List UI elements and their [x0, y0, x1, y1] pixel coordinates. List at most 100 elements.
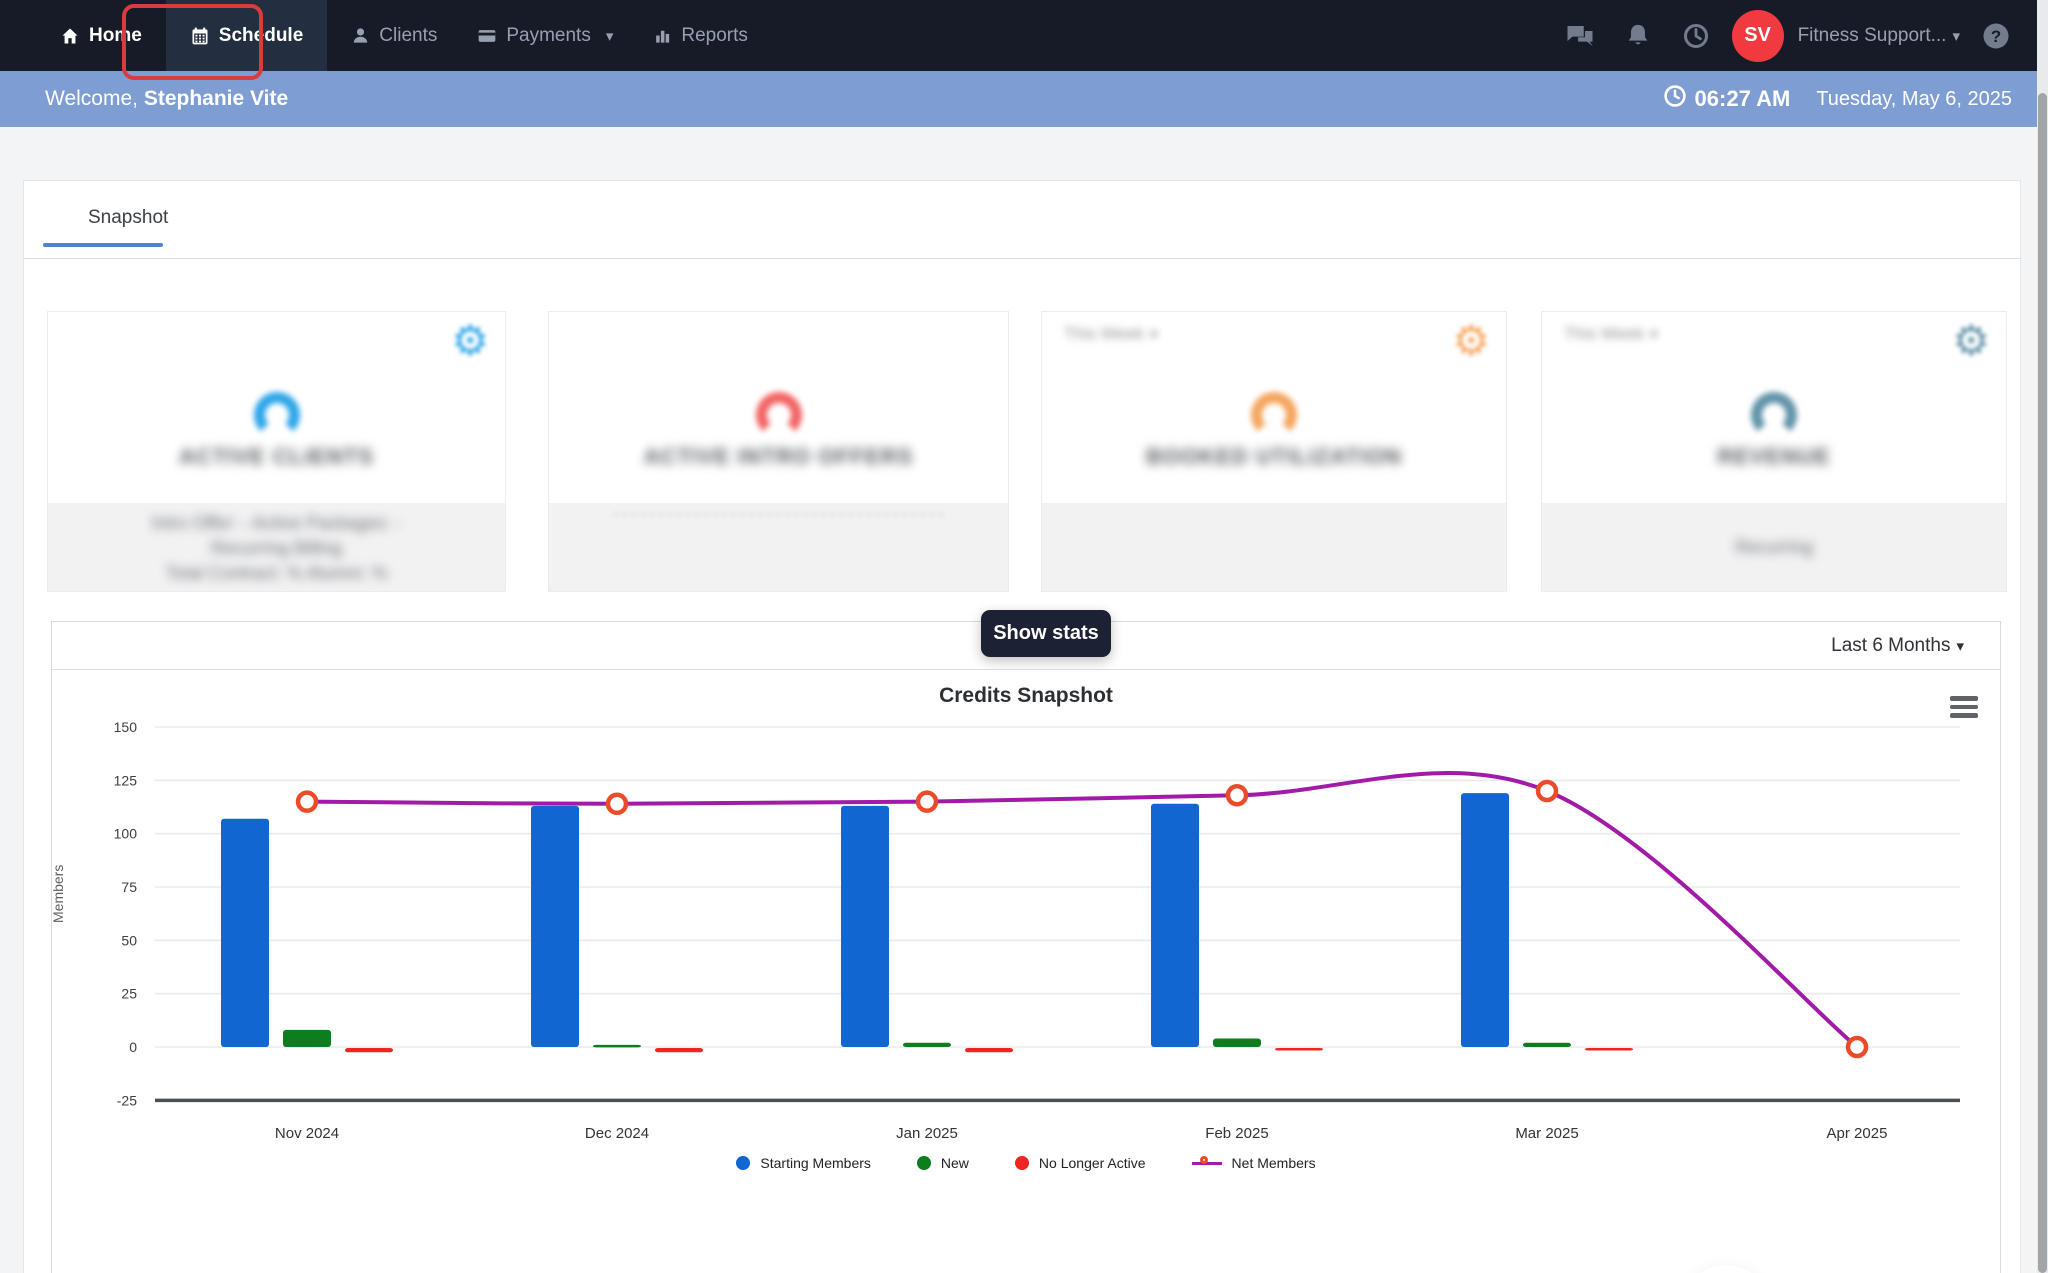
legend-item-starting-members[interactable]: Starting Members	[736, 1155, 871, 1171]
main-nav: Home Schedule Clients Payments ▾ Reports	[0, 0, 768, 71]
show-stats-button[interactable]: Show stats	[981, 610, 1111, 657]
stat-card-booked-utilization: This Week ⚙ BOOKED UTILIZATION	[1041, 311, 1507, 592]
nav-item-payments[interactable]: Payments	[457, 0, 633, 71]
stat-card-title: ACTIVE INTRO OFFERS	[643, 444, 914, 469]
stat-footer-line: Recurring	[1734, 536, 1814, 557]
account-label: Fitness Support...	[1797, 24, 1947, 46]
y-tick-label: 75	[121, 879, 137, 895]
period-select[interactable]: This Week	[1564, 324, 1658, 344]
clock-icon	[1663, 84, 1687, 114]
spinner-donut	[1751, 392, 1797, 438]
x-tick-label: Dec 2024	[585, 1125, 649, 1142]
legend-label: New	[940, 1155, 969, 1171]
credits-snapshot-panel: Last 6 Months Credits Snapshot Members 1…	[50, 621, 2001, 1273]
credits-chart: 150 125 100 75 50 25 0 -25 Nov 2024 Dec 2024 Jan 2…	[114, 719, 1960, 1142]
legend-dot	[916, 1156, 931, 1170]
net-members-marker	[1535, 779, 1559, 803]
y-tick-label: 25	[121, 986, 137, 1002]
time-value: 06:27 AM	[1694, 86, 1791, 111]
x-tick-label: Nov 2024	[275, 1125, 339, 1142]
user-name: Stephanie Vite	[143, 87, 289, 110]
stat-footer-line: Recurring Billing	[210, 538, 343, 558]
legend-line-marker	[1191, 1156, 1222, 1170]
calendar-icon	[190, 26, 210, 46]
stat-card-top: ACTIVE INTRO OFFERS	[549, 312, 1008, 503]
nav-item-home[interactable]: Home	[40, 0, 162, 71]
stat-footer-line: Total Contract: % Alumni: %	[165, 563, 388, 583]
person-icon	[351, 26, 370, 45]
dashed-separator	[613, 513, 944, 516]
dashboard-screen: Home Schedule Clients Payments ▾ Reports…	[0, 0, 2048, 1273]
stat-card-top: This Week ⚙ BOOKED UTILIZATION	[1042, 312, 1506, 503]
gear-icon[interactable]: ⚙	[451, 320, 489, 362]
spinner-donut	[1251, 392, 1297, 438]
nav-item-label: Home	[89, 24, 142, 46]
x-tick-label: Jan 2025	[896, 1125, 958, 1142]
x-tick-label: Feb 2025	[1205, 1125, 1268, 1142]
scrollbar-track	[2037, 0, 2048, 1273]
legend-item-net-members[interactable]: Net Members	[1191, 1155, 1316, 1171]
net-members-marker	[295, 790, 319, 813]
stat-card-top: ⚙ ACTIVE CLIENTS	[48, 312, 505, 503]
main-content: Snapshot ⚙ ACTIVE CLIENTS Intro Offer: -…	[23, 180, 2021, 1273]
bell-icon[interactable]	[1616, 14, 1660, 58]
gear-icon[interactable]: ⚙	[1952, 320, 1990, 362]
bar-no-longer-active	[965, 1048, 1013, 1053]
bar-new	[1523, 1042, 1571, 1047]
credit-card-icon	[477, 26, 497, 46]
stat-card-title: REVENUE	[1717, 444, 1831, 469]
tab-snapshot[interactable]: Snapshot	[64, 199, 192, 237]
y-tick-label: 150	[114, 719, 138, 735]
scrollbar-thumb[interactable]	[2038, 93, 2047, 1273]
net-members-marker	[1845, 1035, 1869, 1059]
gear-icon[interactable]: ⚙	[1452, 320, 1490, 362]
home-icon	[60, 26, 80, 46]
stat-card-top: This Week ⚙ REVENUE	[1542, 312, 2006, 503]
bar-no-longer-active	[1585, 1048, 1633, 1051]
nav-item-label: Reports	[681, 24, 748, 46]
current-date: Tuesday, May 6, 2025	[1816, 87, 2012, 110]
stat-card-active-clients: ⚙ ACTIVE CLIENTS Intro Offer: - Active P…	[47, 311, 506, 592]
welcome-bar: Welcome, Stephanie Vite 06:27 AM Tuesday…	[0, 71, 2048, 127]
bar-starting-members	[221, 818, 269, 1047]
y-tick-label: 100	[114, 826, 138, 842]
help-icon[interactable]: ?	[1974, 14, 2018, 58]
current-time: 06:27 AM	[1663, 84, 1791, 114]
x-tick-label: Mar 2025	[1515, 1125, 1578, 1142]
spinner-donut	[253, 392, 300, 438]
chat-icon[interactable]	[1558, 14, 1602, 58]
stat-card-footer	[549, 503, 1008, 591]
y-tick-label: 125	[114, 772, 138, 788]
stat-card-footer	[1042, 503, 1506, 591]
legend-label: Starting Members	[760, 1155, 871, 1171]
tab-active-underline	[43, 243, 163, 247]
bar-chart-icon	[653, 26, 672, 45]
stat-card-title: ACTIVE CLIENTS	[179, 444, 374, 469]
welcome-datetime: 06:27 AM Tuesday, May 6, 2025	[1663, 84, 2012, 114]
bar-new	[283, 1029, 331, 1047]
nav-item-reports[interactable]: Reports	[633, 0, 768, 71]
y-tick-label: 0	[129, 1039, 137, 1055]
stat-card-footer: Intro Offer: - Active Packages: - Recurr…	[48, 503, 505, 591]
account-menu[interactable]: Fitness Support...	[1798, 25, 1960, 47]
period-select[interactable]: This Week	[1064, 324, 1158, 344]
bar-starting-members	[1151, 803, 1199, 1047]
y-tick-label: 50	[121, 932, 137, 948]
stat-card-active-intro-offers: ACTIVE INTRO OFFERS	[548, 311, 1009, 592]
stat-card-footer: Recurring	[1542, 503, 2006, 591]
top-nav: Home Schedule Clients Payments ▾ Reports…	[0, 0, 2048, 71]
stat-card-title: BOOKED UTILIZATION	[1146, 444, 1402, 469]
stat-footer-line: Intro Offer: - Active Packages: -	[151, 513, 402, 533]
avatar[interactable]: SV	[1731, 9, 1784, 62]
nav-item-schedule[interactable]: Schedule	[165, 0, 328, 71]
welcome-text: Welcome, Stephanie Vite	[45, 87, 289, 110]
svg-text:?: ?	[1991, 26, 2001, 45]
legend-item-new[interactable]: New	[916, 1155, 969, 1171]
legend-item-no-longer-active[interactable]: No Longer Active	[1014, 1155, 1146, 1171]
legend-dot	[736, 1156, 751, 1170]
clock-icon[interactable]	[1674, 14, 1718, 58]
avatar-initials: SV	[1744, 24, 1771, 46]
chart-legend: Starting Members New No Longer Active Net M…	[52, 1155, 2000, 1171]
bar-starting-members	[841, 805, 889, 1047]
nav-item-clients[interactable]: Clients	[331, 0, 457, 71]
